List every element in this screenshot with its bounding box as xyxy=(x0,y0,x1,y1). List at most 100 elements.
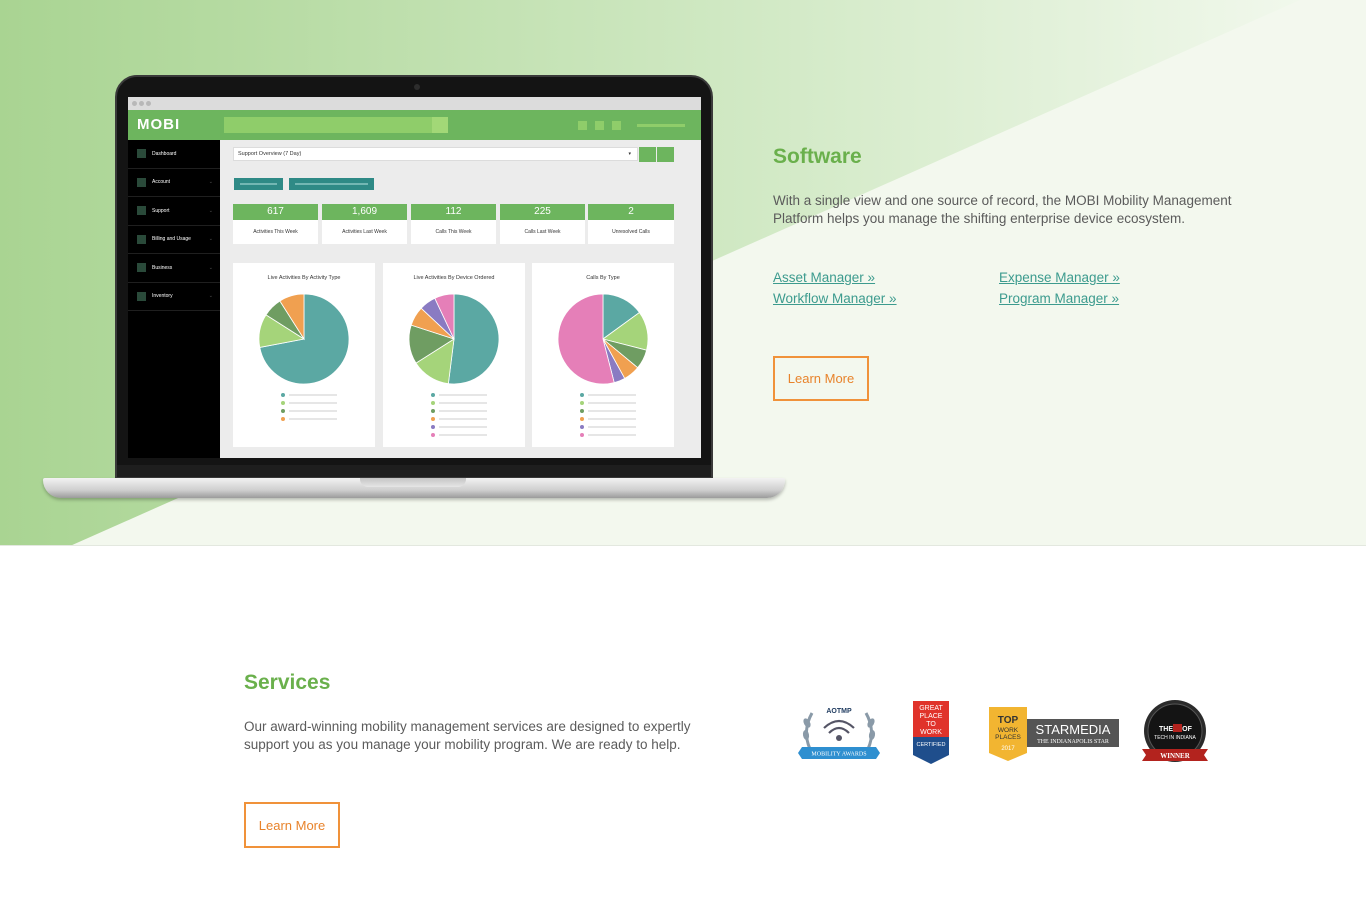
legend-row xyxy=(580,415,636,423)
legend-placeholder-line xyxy=(289,418,337,420)
sidebar-item-label: Account xyxy=(152,179,171,186)
legend-row xyxy=(281,407,337,415)
legend-placeholder-line xyxy=(588,394,636,396)
sidebar-item: Billing and Usage ⌄ xyxy=(128,226,220,254)
tech-award-line: OF xyxy=(1182,726,1192,733)
chart-legend xyxy=(431,391,487,439)
services-description: Our award-winning mobility management se… xyxy=(244,719,691,752)
legend-swatch xyxy=(431,425,435,429)
legend-row xyxy=(281,399,337,407)
sidebar-item-label: Support xyxy=(152,207,170,214)
top-workplaces-badge: TOP WORK PLACES 2017 STARMEDIA THE INDIA… xyxy=(989,707,1119,761)
chevron-down-icon: ⌄ xyxy=(208,264,213,271)
software-learn-more-button[interactable]: Learn More xyxy=(773,356,869,401)
expense-manager-link[interactable]: Expense Manager » xyxy=(999,270,1120,285)
legend-placeholder-line xyxy=(289,402,337,404)
legend-swatch xyxy=(431,393,435,397)
pie-chart-card: Live Activities By Device Ordered xyxy=(383,263,525,447)
app-sidebar: Dashboard Account ⌄ Support ⌄ Billing and … xyxy=(128,140,220,458)
program-manager-link[interactable]: Program Manager » xyxy=(999,291,1119,306)
sidebar-item-label: Dashboard xyxy=(152,150,177,157)
legend-placeholder-line xyxy=(439,394,487,396)
legend-row xyxy=(281,391,337,399)
chevron-down-icon: ⌄ xyxy=(208,293,213,300)
legend-swatch xyxy=(431,409,435,413)
legend-row xyxy=(431,423,487,431)
legend-row xyxy=(580,407,636,415)
gptw-line: GREAT xyxy=(919,705,943,712)
legend-placeholder-line xyxy=(289,410,337,412)
chart-legend xyxy=(281,391,337,423)
sidebar-icon xyxy=(137,291,146,301)
legend-swatch xyxy=(281,401,285,405)
legend-placeholder-line xyxy=(439,410,487,412)
pie-chart xyxy=(408,293,500,385)
pie-chart-card: Calls By Type xyxy=(532,263,674,447)
sidebar-item: Account ⌄ xyxy=(128,169,220,197)
legend-placeholder-line xyxy=(439,402,487,404)
chart-legend xyxy=(580,391,636,439)
legend-row xyxy=(431,431,487,439)
stat-value: 225 xyxy=(500,204,585,220)
laptop-mockup: MOBI Dashboard Account ⌄ Support ⌄ Billing… xyxy=(43,75,785,500)
software-description: With a single view and one source of rec… xyxy=(773,193,1232,226)
top-workplaces-line: WORK xyxy=(998,727,1019,734)
pie-chart-card: Live Activities By Activity Type xyxy=(233,263,375,447)
sidebar-icon xyxy=(137,206,146,216)
pie-chart xyxy=(258,293,350,385)
laptop-screen: MOBI Dashboard Account ⌄ Support ⌄ Billing… xyxy=(128,97,701,458)
legend-swatch xyxy=(281,409,285,413)
tech-award-emblem xyxy=(1173,724,1182,732)
stat-card: 225 Calls Last Week xyxy=(500,204,585,244)
filter-pill xyxy=(234,178,283,190)
app-search-button xyxy=(432,117,448,133)
laptop-notch xyxy=(360,478,466,487)
pie-chart xyxy=(557,293,649,385)
chart-title: Calls By Type xyxy=(586,275,620,281)
sidebar-icon xyxy=(137,177,146,187)
sidebar-icon xyxy=(137,263,146,273)
stat-value: 112 xyxy=(411,204,496,220)
legend-swatch xyxy=(281,417,285,421)
sidebar-item-label: Billing and Usage xyxy=(152,236,191,243)
services-title: Services xyxy=(244,671,331,694)
stat-card: 617 Activities This Week xyxy=(233,204,318,244)
services-learn-more-button[interactable]: Learn More xyxy=(244,802,340,848)
legend-swatch xyxy=(580,393,584,397)
tech-award-line: THE xyxy=(1159,726,1173,733)
asset-manager-link[interactable]: Asset Manager » xyxy=(773,270,875,285)
chevron-down-icon: ⌄ xyxy=(208,236,213,243)
legend-placeholder-line xyxy=(588,402,636,404)
stat-label: Unresolved Calls xyxy=(612,229,650,235)
legend-placeholder-line xyxy=(289,394,337,396)
stat-value: 1,609 xyxy=(322,204,407,220)
gptw-line: TO xyxy=(926,721,936,728)
gptw-line: PLACE xyxy=(920,713,943,720)
software-section: MOBI Dashboard Account ⌄ Support ⌄ Billing… xyxy=(0,0,1366,546)
laptop-lid: MOBI Dashboard Account ⌄ Support ⌄ Billing… xyxy=(115,75,713,479)
legend-row xyxy=(431,407,487,415)
legend-swatch xyxy=(281,393,285,397)
app-header: MOBI xyxy=(128,110,701,140)
legend-placeholder-line xyxy=(588,410,636,412)
legend-placeholder-line xyxy=(588,426,636,428)
sidebar-item: Dashboard xyxy=(128,140,220,169)
legend-placeholder-line xyxy=(588,434,636,436)
legend-swatch xyxy=(431,433,435,437)
legend-swatch xyxy=(580,417,584,421)
chart-title: Live Activities By Device Ordered xyxy=(413,275,495,281)
legend-placeholder-line xyxy=(439,434,487,436)
legend-row xyxy=(431,399,487,407)
legend-row xyxy=(281,415,337,423)
legend-placeholder-line xyxy=(439,426,487,428)
sidebar-item: Business ⌄ xyxy=(128,254,220,283)
caret-down-icon: ▾ xyxy=(628,151,631,157)
workflow-manager-link[interactable]: Workflow Manager » xyxy=(773,291,897,306)
header-icon xyxy=(595,121,604,130)
legend-swatch xyxy=(580,433,584,437)
app-dashboard: Support Overview (7 Day) ▾ 617 Activities… xyxy=(220,140,701,458)
sidebar-icon xyxy=(137,234,146,244)
select-button xyxy=(639,147,656,162)
legend-row xyxy=(580,391,636,399)
aotmp-ribbon: MOBILITY AWARDS xyxy=(811,752,866,758)
